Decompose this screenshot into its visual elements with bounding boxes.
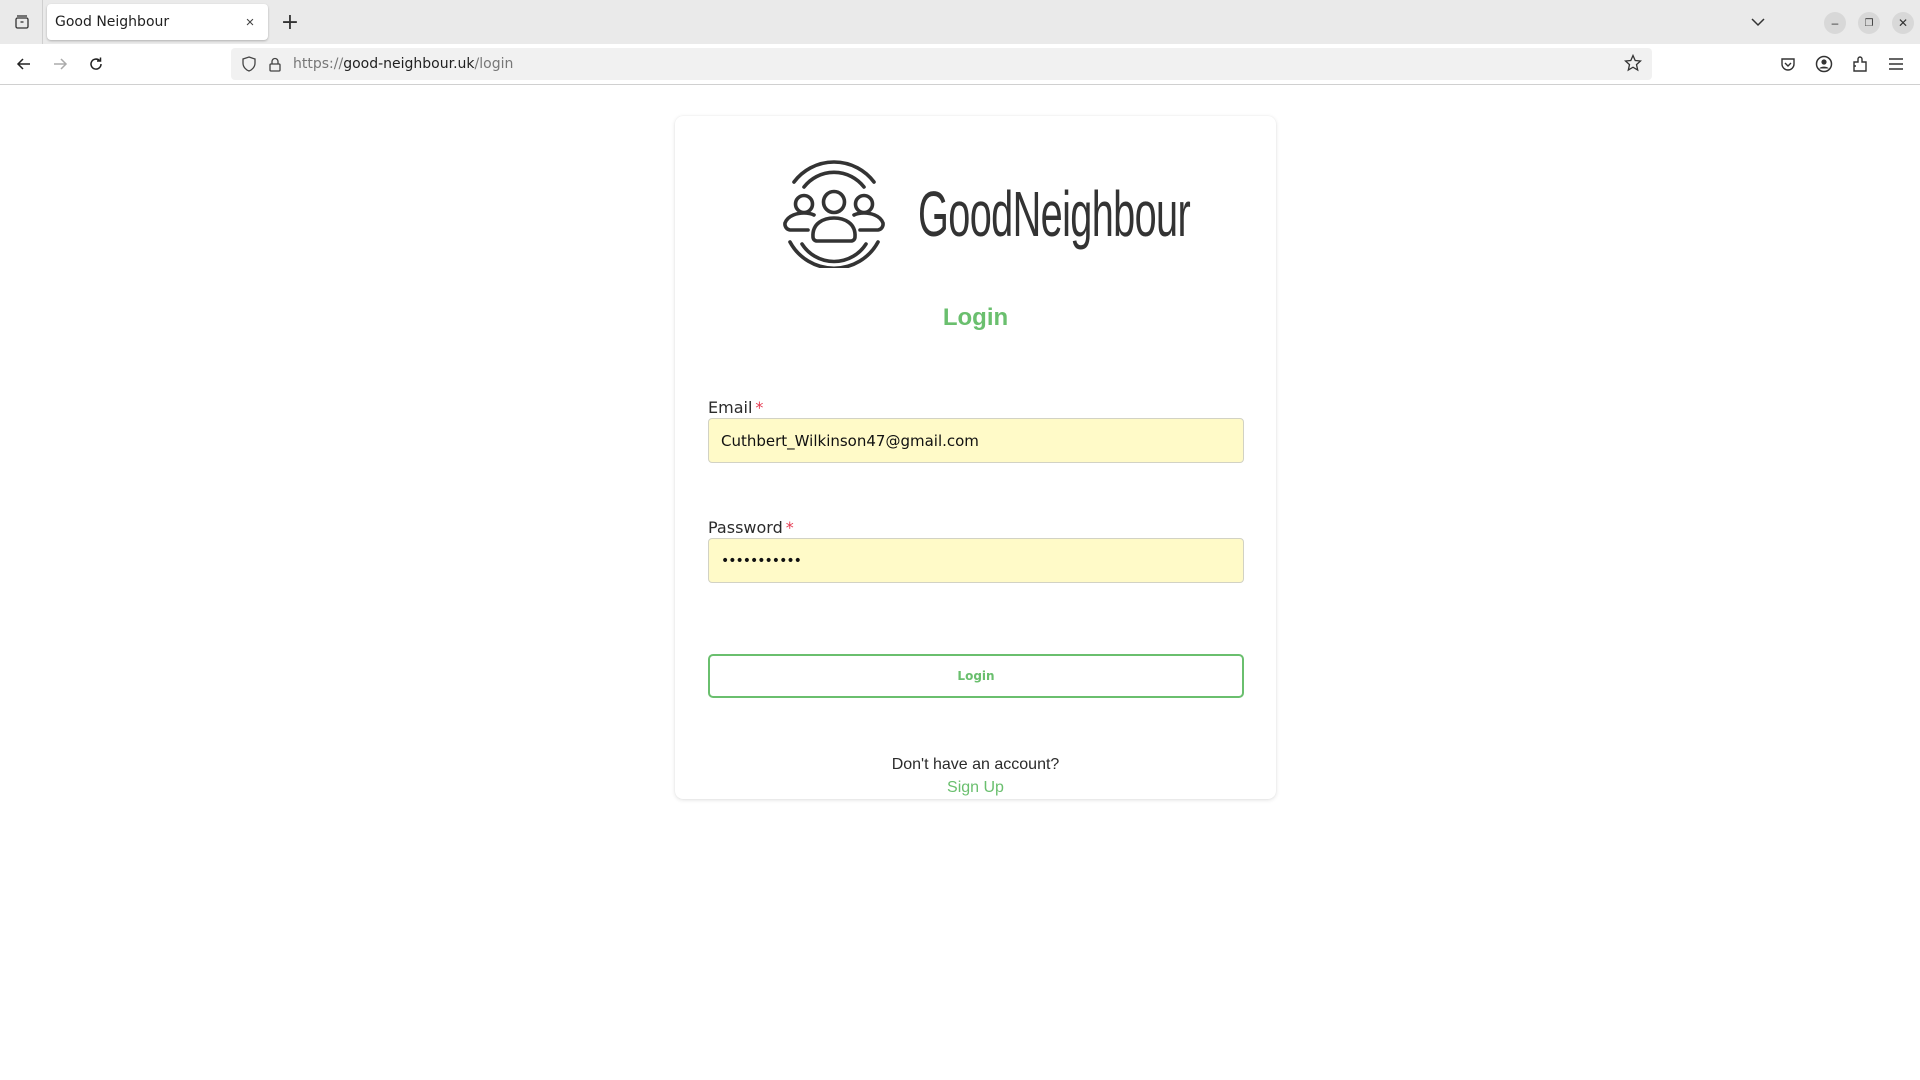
restore-button[interactable]: ❐: [1858, 12, 1880, 34]
plus-icon: +: [280, 9, 300, 35]
forward-arrow-icon: [54, 58, 68, 70]
pocket-icon: [1781, 58, 1795, 71]
required-marker: *: [755, 398, 764, 417]
login-heading: Login: [942, 304, 1009, 331]
email-label-text: Email: [708, 398, 753, 417]
app-menu-button[interactable]: [1882, 50, 1910, 78]
forward-button[interactable]: [46, 50, 74, 78]
tab-bar: Good Neighbour × + – ❐ ✕: [0, 0, 1920, 44]
tab-separator: [42, 0, 43, 44]
signup-link-container: Sign Up: [675, 779, 1276, 797]
account-icon: [1815, 55, 1833, 73]
nav-toolbar: https://good-neighbour.uk/login: [0, 44, 1920, 85]
signup-prompt: Don't have an account?: [891, 756, 1060, 773]
minimize-icon: –: [1831, 16, 1839, 30]
community-people-icon: [783, 160, 885, 268]
extensions-button[interactable]: [1846, 50, 1874, 78]
close-icon: ×: [245, 13, 255, 31]
reload-icon: [90, 57, 102, 70]
required-marker: *: [785, 518, 794, 537]
login-card: GoodNeighbour Login Email* Password* Log…: [675, 116, 1276, 799]
tracking-protection-shield-icon[interactable]: [239, 54, 259, 74]
back-arrow-icon: [16, 58, 30, 70]
back-button[interactable]: [10, 50, 38, 78]
email-field[interactable]: [708, 418, 1244, 463]
tab-title: Good Neighbour: [55, 14, 170, 30]
star-icon: [1623, 53, 1643, 72]
restore-icon: ❐: [1864, 17, 1874, 29]
pocket-button[interactable]: [1774, 50, 1802, 78]
url-path: /login: [474, 56, 514, 72]
new-tab-button[interactable]: +: [276, 8, 304, 36]
page-content: GoodNeighbour Login Email* Password* Log…: [0, 85, 1920, 1080]
hamburger-menu-icon: [1889, 58, 1903, 70]
brand-name: GoodNeighbour: [918, 178, 1191, 250]
account-button[interactable]: [1810, 50, 1838, 78]
extensions-icon: [1853, 56, 1867, 72]
password-field[interactable]: [708, 538, 1244, 583]
tab-list-button[interactable]: [8, 8, 36, 36]
address-bar[interactable]: https://good-neighbour.uk/login: [231, 48, 1652, 80]
chevron-down-icon: [1751, 18, 1765, 27]
email-label: Email *: [708, 398, 763, 417]
bookmark-star-button[interactable]: [1623, 53, 1643, 77]
close-window-button[interactable]: ✕: [1892, 12, 1914, 34]
close-window-icon: ✕: [1897, 16, 1909, 30]
password-label: Password *: [708, 518, 794, 537]
url-text[interactable]: https://good-neighbour.uk/login: [293, 56, 513, 72]
url-host: good-neighbour.uk: [343, 56, 475, 72]
password-label-text: Password: [708, 518, 783, 537]
minimize-button[interactable]: –: [1824, 12, 1846, 34]
reload-button[interactable]: [82, 50, 110, 78]
tab-list-icon: [15, 15, 29, 29]
signup-link[interactable]: Sign Up: [947, 779, 1004, 796]
url-scheme: https://: [293, 56, 344, 72]
tab-close-button[interactable]: ×: [238, 10, 262, 34]
tab-good-neighbour[interactable]: Good Neighbour ×: [47, 4, 268, 40]
list-all-tabs-button[interactable]: [1744, 8, 1772, 36]
lock-icon[interactable]: [265, 54, 285, 74]
login-button[interactable]: Login: [708, 654, 1244, 698]
brand-logo: GoodNeighbour: [780, 160, 1357, 268]
